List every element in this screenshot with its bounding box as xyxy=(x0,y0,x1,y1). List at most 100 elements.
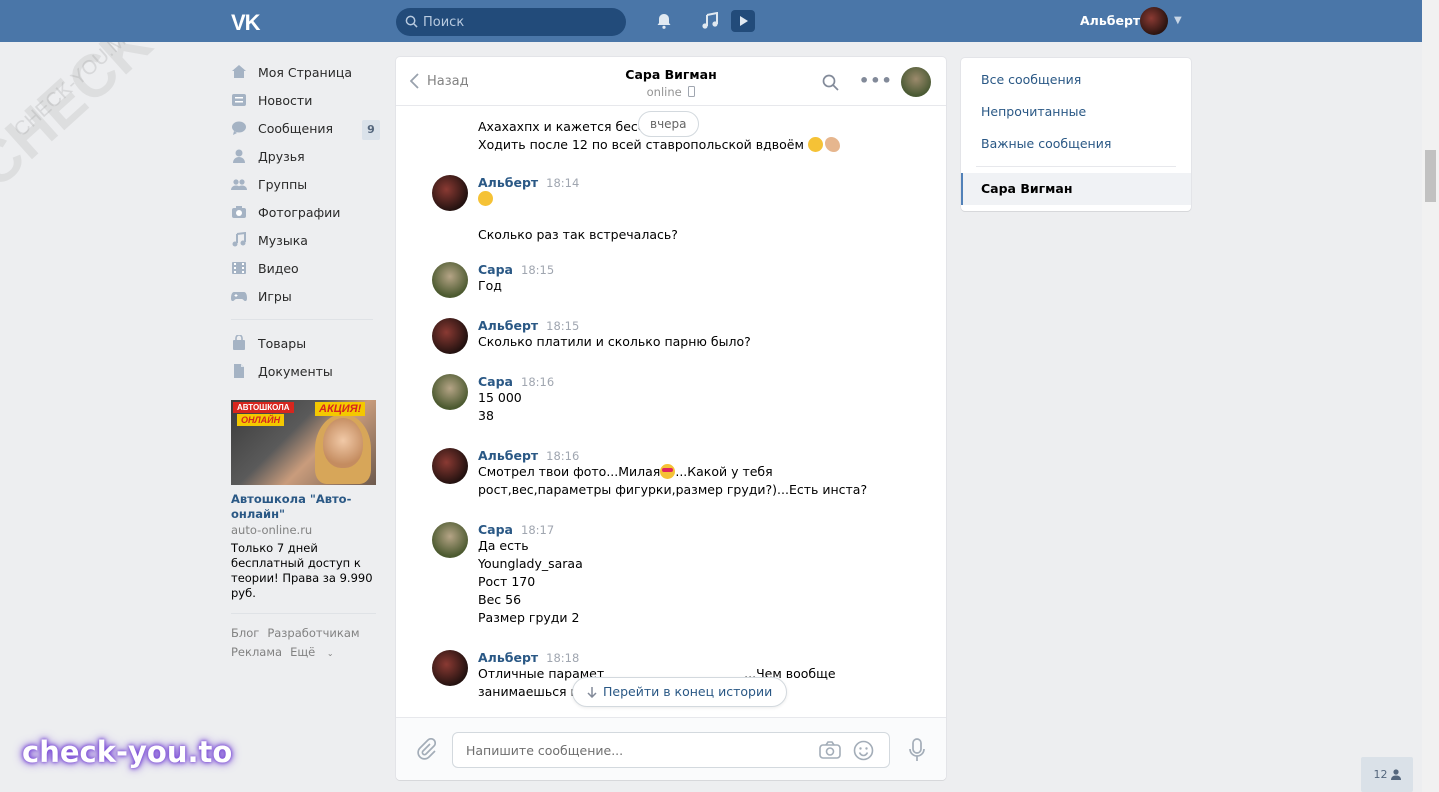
ad-text: Только 7 дней бесплатный доступ к теории… xyxy=(231,541,373,600)
message-author[interactable]: Альберт 18:15 xyxy=(478,318,878,333)
message-avatar[interactable] xyxy=(432,262,468,298)
menu-divider xyxy=(976,166,1176,167)
message-author[interactable]: Альберт 18:14 xyxy=(478,175,878,190)
message-author[interactable]: Сара 18:17 xyxy=(478,522,878,537)
chevron-down-icon: ⌄ xyxy=(326,649,334,658)
message-time: 18:16 xyxy=(546,449,580,463)
mobile-icon xyxy=(688,86,696,97)
sidebar-ad[interactable]: АВТОШКОЛА АКЦИЯ! ОНЛАЙН Автошкола "Авто-… xyxy=(231,400,377,663)
message-avatar[interactable] xyxy=(432,374,468,410)
nav-item-goods[interactable]: Товары xyxy=(231,329,381,357)
menu-all-messages[interactable]: Все сообщения xyxy=(981,72,1081,87)
header-avatar[interactable] xyxy=(1140,7,1168,35)
camera-icon[interactable] xyxy=(819,741,841,759)
chat-partner-avatar[interactable] xyxy=(901,67,931,97)
message-text: Younglady_saraa xyxy=(478,556,583,571)
message-author[interactable]: Альберт 18:16 xyxy=(478,448,878,463)
left-nav: Моя Страница Новости Сообщения 9 Друзья … xyxy=(231,58,381,385)
menu-active-conversation[interactable]: Сара Вигман xyxy=(961,173,1191,205)
ad-title[interactable]: Автошкола "Авто-онлайн" xyxy=(231,492,377,522)
footer-link-ads[interactable]: Реклама xyxy=(231,645,282,659)
vk-logo[interactable]: VK xyxy=(231,10,261,36)
message-avatar[interactable] xyxy=(432,522,468,558)
search-icon xyxy=(405,15,418,28)
more-icon[interactable]: ••• xyxy=(859,71,893,90)
search-box[interactable] xyxy=(396,8,626,36)
message-avatar[interactable] xyxy=(432,650,468,686)
nav-item-label: Музыка xyxy=(258,232,308,248)
footer-link-developers[interactable]: Разработчикам xyxy=(267,626,359,640)
message-author-name[interactable]: Сара xyxy=(478,374,513,389)
nav-item-label: Документы xyxy=(258,363,333,379)
laughing-emoji-icon xyxy=(478,191,493,206)
message-author[interactable]: Сара 18:15 xyxy=(478,262,878,277)
nav-item-friends[interactable]: Друзья xyxy=(231,142,381,170)
chat-panel: Назад Сара Вигман online ••• Ахахахпх и … xyxy=(396,57,946,780)
nav-item-news[interactable]: Новости xyxy=(231,86,381,114)
music-icon[interactable] xyxy=(701,12,719,30)
menu-unread[interactable]: Непрочитанные xyxy=(981,104,1086,119)
muscle-emoji-icon xyxy=(824,137,840,152)
message-author-name[interactable]: Альберт xyxy=(478,448,538,463)
page-scrollbar-thumb[interactable] xyxy=(1425,150,1436,202)
message-time: 18:17 xyxy=(521,523,555,537)
camera-icon xyxy=(232,206,246,218)
message-author-name[interactable]: Альберт xyxy=(478,318,538,333)
microphone-icon[interactable] xyxy=(908,738,926,762)
bag-icon xyxy=(233,335,245,350)
ad-banner-online: ОНЛАЙН xyxy=(237,414,285,426)
message-history[interactable]: Ахахахпх и кажется бесстр Ходить после 1… xyxy=(396,107,946,717)
nav-item-my-page[interactable]: Моя Страница xyxy=(231,58,381,86)
nav-item-documents[interactable]: Документы xyxy=(231,357,381,385)
message-text: рост,вес,параметры фигурки,размер груди?… xyxy=(478,482,868,497)
message-author-name[interactable]: Сара xyxy=(478,262,513,277)
home-icon xyxy=(232,65,246,78)
message-composer xyxy=(396,717,946,780)
message-avatar[interactable] xyxy=(432,175,468,211)
arrow-down-icon xyxy=(587,687,597,699)
message-body: Альберт 18:14 Сколько раз так встречалась… xyxy=(478,175,878,244)
laughing-emoji-icon xyxy=(807,137,823,152)
jump-to-end-button[interactable]: Перейти в конец истории xyxy=(572,677,788,707)
nav-item-label: Группы xyxy=(258,176,308,192)
page-scrollbar-track[interactable] xyxy=(1422,0,1439,792)
music-note-icon xyxy=(232,232,246,247)
bell-icon[interactable] xyxy=(655,12,673,30)
footer-link-blog[interactable]: Блог xyxy=(231,626,259,640)
menu-important[interactable]: Важные сообщения xyxy=(981,136,1111,151)
video-icon xyxy=(232,262,246,274)
ad-banner-promo: АКЦИЯ! xyxy=(315,402,366,416)
search-icon[interactable] xyxy=(822,74,839,91)
nav-item-games[interactable]: Игры xyxy=(231,282,381,310)
nav-item-label: Моя Страница xyxy=(258,64,352,80)
message-text: Размер груди 2 xyxy=(478,610,580,625)
nav-item-photos[interactable]: Фотографии xyxy=(231,198,381,226)
paperclip-icon[interactable] xyxy=(416,738,436,760)
message-author[interactable]: Альберт 18:18 xyxy=(478,650,878,665)
player-play-icon[interactable] xyxy=(731,10,755,32)
nav-item-messages[interactable]: Сообщения 9 xyxy=(231,114,381,142)
nav-item-music[interactable]: Музыка xyxy=(231,226,381,254)
message-author-name[interactable]: Альберт xyxy=(478,650,538,665)
nav-item-video[interactable]: Видео xyxy=(231,254,381,282)
message-body: Альберт 18:16 Смотрел твои фото...Милая..… xyxy=(478,448,878,499)
message-author[interactable]: Сара 18:16 xyxy=(478,374,878,389)
header-user-name[interactable]: Альберт xyxy=(1080,13,1140,28)
online-status: online xyxy=(646,85,682,99)
message-body: Сара 18:15 Год xyxy=(478,262,878,295)
search-input[interactable] xyxy=(423,8,618,36)
online-friends-counter[interactable]: 12 xyxy=(1361,757,1413,792)
message-author-name[interactable]: Сара xyxy=(478,522,513,537)
message-author-name[interactable]: Альберт xyxy=(478,175,538,190)
ad-image[interactable]: АВТОШКОЛА АКЦИЯ! ОНЛАЙН xyxy=(231,400,376,485)
jump-to-end-label: Перейти в конец истории xyxy=(603,684,773,699)
nav-item-groups[interactable]: Группы xyxy=(231,170,381,198)
message-time: 18:16 xyxy=(521,375,555,389)
message-text: 15 000 xyxy=(478,390,522,405)
heart-eyes-emoji-icon xyxy=(660,464,676,479)
chevron-down-icon[interactable]: ▼ xyxy=(1174,15,1182,26)
smile-icon[interactable] xyxy=(853,740,874,761)
message-avatar[interactable] xyxy=(432,448,468,484)
message-avatar[interactable] xyxy=(432,318,468,354)
footer-link-more[interactable]: Ещё ⌄ xyxy=(290,645,334,659)
